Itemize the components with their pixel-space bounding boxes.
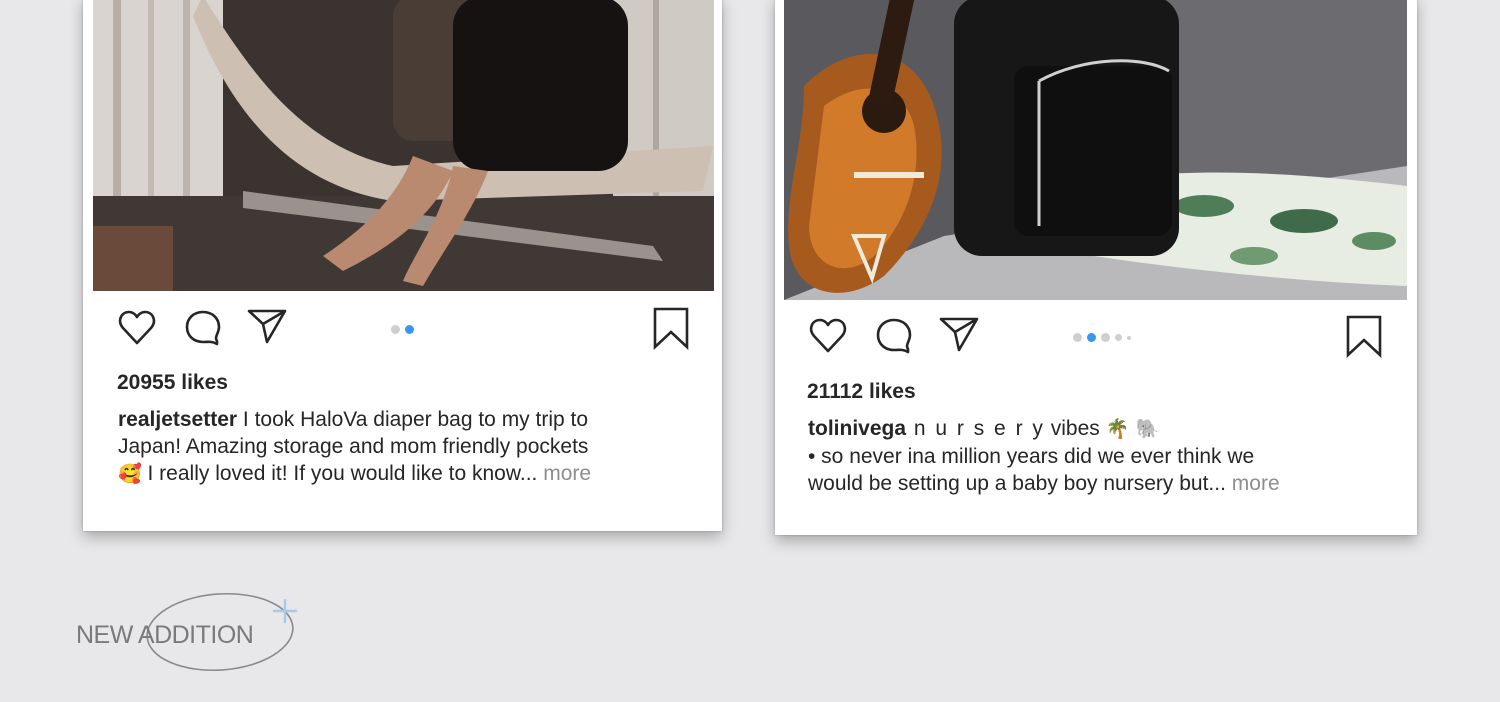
likes-count: 20955 likes (117, 371, 228, 395)
post-photo[interactable] (784, 0, 1407, 300)
new-addition-label: NEW ADDITION (76, 621, 254, 649)
smiling-face-hearts-emoji: 🥰 (118, 463, 142, 485)
carousel-dot-active (405, 325, 414, 334)
comment-icon (876, 318, 912, 354)
palm-tree-elephant-emoji: 🌴 🐘 (1099, 418, 1160, 440)
heart-icon (809, 318, 847, 353)
likes-label: likes (181, 371, 228, 394)
carousel-indicator (1073, 333, 1131, 342)
likes-count: 21112 likes (807, 380, 916, 404)
caption-text: vibes (1044, 417, 1100, 440)
more-link[interactable]: more (1226, 472, 1280, 495)
comment-button[interactable] (181, 307, 225, 351)
instagram-post-card: 21112 likes tolinivega n u r s e r y vib… (775, 0, 1417, 535)
carousel-dot (391, 325, 400, 334)
share-button[interactable] (245, 304, 289, 348)
likes-number: 21112 (807, 380, 864, 403)
comment-button[interactable] (872, 315, 916, 359)
caption-username[interactable]: realjetsetter (118, 408, 237, 431)
send-icon (939, 317, 979, 352)
caption-text: n u r s e r y (906, 417, 1045, 440)
bookmark-icon (1346, 315, 1382, 358)
caption-text: would be setting up a baby boy nursery b… (808, 472, 1226, 495)
carousel-indicator (391, 325, 414, 334)
more-link[interactable]: more (537, 462, 591, 485)
send-icon (247, 309, 287, 344)
caption-text: Japan! Amazing storage and mom friendly … (118, 435, 589, 458)
carousel-dot-active (1087, 333, 1096, 342)
woman-with-diaper-bag-photo (93, 0, 714, 291)
carousel-dot (1115, 334, 1122, 341)
like-button[interactable] (115, 306, 159, 350)
save-button[interactable] (649, 306, 693, 350)
instagram-post-card: 20955 likes realjetsetter I took HaloVa … (83, 0, 722, 531)
comment-icon (185, 310, 221, 346)
share-button[interactable] (937, 312, 981, 356)
like-button[interactable] (806, 314, 850, 358)
post-caption: realjetsetter I took HaloVa diaper bag t… (118, 406, 713, 488)
caption-username[interactable]: tolinivega (808, 417, 906, 440)
bookmark-icon (653, 307, 689, 350)
post-caption: tolinivega n u r s e r y vibes 🌴 🐘 • so … (808, 415, 1408, 497)
carousel-dot (1073, 333, 1082, 342)
carousel-dot (1101, 333, 1110, 342)
likes-number: 20955 (117, 371, 176, 394)
ukulele-and-diaper-bag-photo (784, 0, 1407, 300)
caption-text: • so never ina million years did we ever… (808, 445, 1255, 468)
heart-icon (118, 310, 156, 345)
save-button[interactable] (1342, 314, 1386, 358)
post-photo[interactable] (93, 0, 714, 291)
new-addition-badge: NEW ADDITION (70, 588, 310, 678)
likes-label: likes (868, 380, 916, 403)
caption-text: I really loved it! If you would like to … (141, 462, 538, 485)
caption-text: I took HaloVa diaper bag to my trip to (237, 408, 589, 431)
carousel-dot (1127, 335, 1131, 340)
